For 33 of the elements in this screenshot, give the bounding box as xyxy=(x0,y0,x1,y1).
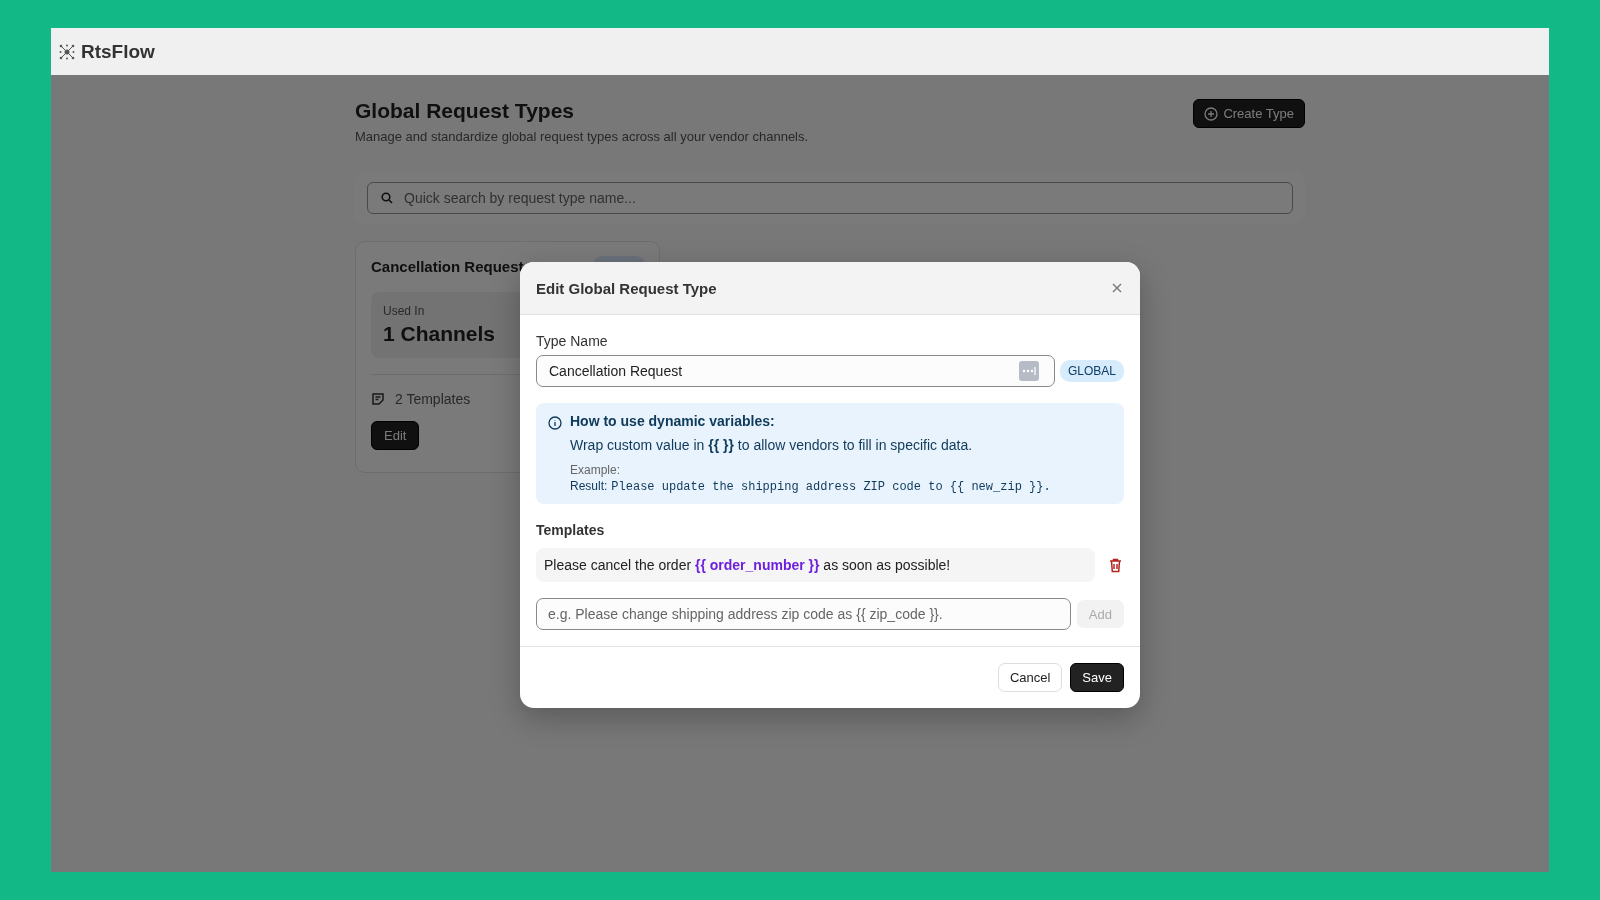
usage-value: 1 Channels xyxy=(383,322,496,346)
type-name-field[interactable]: Cancellation Request xyxy=(536,355,1055,387)
page-title: Global Request Types xyxy=(355,99,575,123)
edit-button[interactable]: Edit xyxy=(371,421,420,450)
note-icon xyxy=(371,392,385,406)
cancel-button[interactable]: Cancel xyxy=(997,663,1063,692)
search-field[interactable]: Quick search by request type name... xyxy=(367,182,1293,214)
create-type-button[interactable]: Create Type xyxy=(1193,99,1305,128)
save-button[interactable]: Save xyxy=(1070,663,1124,692)
dialog-title: Edit Global Request Type xyxy=(536,279,717,297)
close-icon xyxy=(1112,283,1122,293)
info-text: Wrap custom value in {{ }} to allow vendors to fill in specific data. xyxy=(570,437,974,453)
close-button[interactable] xyxy=(1110,281,1124,295)
templates-count: 2 Templates xyxy=(395,391,471,407)
field-label: Type Name xyxy=(536,333,609,349)
dots-icon xyxy=(1018,361,1039,381)
example-label: Example: xyxy=(570,463,622,477)
app-name: RtsFlow xyxy=(81,40,155,63)
search-icon xyxy=(381,192,393,204)
page-subtitle: Manage and standardize global request types across all your vendor channels. xyxy=(355,129,809,144)
plus-circle-icon xyxy=(1204,106,1219,121)
scope-badge: GLOBAL xyxy=(1059,360,1124,382)
info-icon xyxy=(548,416,562,430)
result-example: Please update the shipping address ZIP code to {{ new_zip }}. xyxy=(611,480,1051,494)
trash-icon xyxy=(1109,557,1122,573)
usage-label: Used In xyxy=(383,304,425,318)
info-heading: How to use dynamic variables: xyxy=(570,413,776,429)
card-title: Cancellation Request xyxy=(371,258,524,277)
section-label: Templates xyxy=(536,522,606,538)
new-template-field[interactable]: e.g. Please change shipping address zip code as {{ zip_code }}. xyxy=(536,598,1071,630)
network-icon xyxy=(59,43,75,60)
template-item: Please cancel the order {{ order_number }} as soon as possible! xyxy=(536,548,1095,582)
result-label: Result: xyxy=(570,479,608,493)
